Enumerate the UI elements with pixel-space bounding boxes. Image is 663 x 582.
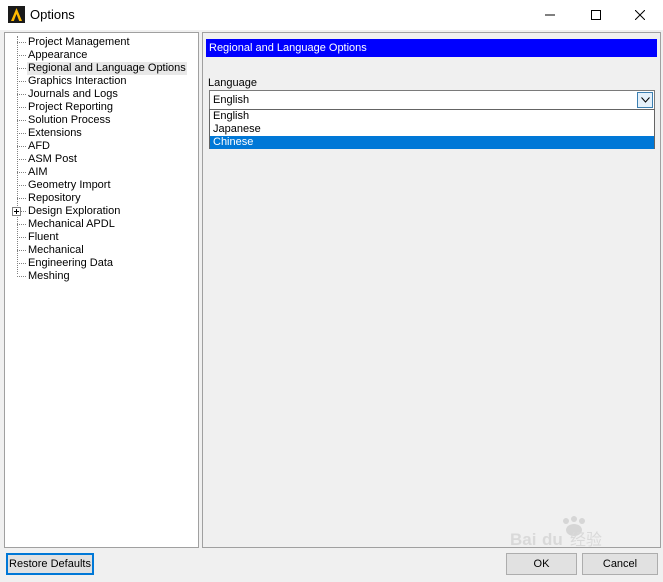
title-bar[interactable]: Options xyxy=(0,0,663,30)
chevron-down-icon xyxy=(640,97,650,103)
close-icon xyxy=(635,10,645,20)
panel-header: Regional and Language Options xyxy=(206,39,657,57)
tree-item-label: Project Management xyxy=(28,36,130,48)
settings-panel: Regional and Language Options Language E… xyxy=(202,32,661,548)
options-tree[interactable]: Project Management Appearance Regional and… xyxy=(4,32,199,548)
tree-branch-line xyxy=(17,198,26,199)
close-button[interactable] xyxy=(617,0,663,30)
ansys-logo-icon xyxy=(8,6,25,23)
tree-branch-line xyxy=(17,42,26,43)
tree-item-label: Appearance xyxy=(28,49,88,61)
tree-branch-line xyxy=(17,185,26,186)
tree-item-aim[interactable]: AIM xyxy=(5,166,198,179)
tree-item-design-exploration[interactable]: Design Exploration xyxy=(5,205,198,218)
language-dropdown-list[interactable]: English Japanese Chinese xyxy=(209,109,655,149)
cancel-button[interactable]: Cancel xyxy=(582,553,658,575)
svg-text:经验: 经验 xyxy=(570,530,602,549)
tree-item-label: Journals and Logs xyxy=(28,88,118,100)
tree-item-project-reporting[interactable]: Project Reporting xyxy=(5,101,198,114)
maximize-icon xyxy=(591,10,601,20)
tree-item-label: Regional and Language Options xyxy=(27,62,187,75)
tree-item-label: Engineering Data xyxy=(28,257,114,269)
minimize-button[interactable] xyxy=(527,0,573,30)
tree-item-journals-and-logs[interactable]: Journals and Logs xyxy=(5,88,198,101)
svg-text:du: du xyxy=(542,530,563,549)
ok-button[interactable]: OK xyxy=(506,553,577,575)
dropdown-button[interactable] xyxy=(637,92,653,108)
tree-branch-line xyxy=(17,237,26,238)
tree-item-label: Repository xyxy=(28,192,81,204)
tree-item-label: Graphics Interaction xyxy=(28,75,127,87)
tree-branch-line xyxy=(17,263,26,264)
tree-branch-line xyxy=(17,81,26,82)
tree-branch-line xyxy=(17,94,26,95)
tree-branch-line xyxy=(17,107,26,108)
tree-item-label: Solution Process xyxy=(28,114,111,126)
tree-branch-line xyxy=(17,276,26,277)
tree-item-engineering-data[interactable]: Engineering Data xyxy=(5,257,198,270)
tree-item-label: Extensions xyxy=(28,127,82,139)
tree-item-asm-post[interactable]: ASM Post xyxy=(5,153,198,166)
minimize-icon xyxy=(545,14,555,16)
tree-item-meshing[interactable]: Meshing xyxy=(5,270,198,283)
tree-item-geometry-import[interactable]: Geometry Import xyxy=(5,179,198,192)
language-select[interactable]: English xyxy=(209,90,655,110)
tree-item-label: AIM xyxy=(28,166,48,178)
language-option-english[interactable]: English xyxy=(210,110,654,123)
tree-item-label: Meshing xyxy=(28,270,70,282)
expand-plus-icon[interactable] xyxy=(12,207,21,216)
watermark-logo: Bai du 经验 xyxy=(508,515,628,551)
svg-text:Bai: Bai xyxy=(510,530,536,549)
tree-item-label: Mechanical APDL xyxy=(28,218,115,230)
tree-item-label: AFD xyxy=(28,140,50,152)
tree-item-solution-process[interactable]: Solution Process xyxy=(5,114,198,127)
tree-item-label: Fluent xyxy=(28,231,59,243)
tree-item-fluent[interactable]: Fluent xyxy=(5,231,198,244)
tree-item-label: Mechanical xyxy=(28,244,84,256)
tree-branch-line xyxy=(17,68,26,69)
tree-branch-line xyxy=(17,224,26,225)
language-option-japanese[interactable]: Japanese xyxy=(210,123,654,136)
tree-item-afd[interactable]: AFD xyxy=(5,140,198,153)
tree-item-repository[interactable]: Repository xyxy=(5,192,198,205)
window-title: Options xyxy=(30,7,75,22)
tree-branch-line xyxy=(17,55,26,56)
tree-branch-line xyxy=(17,146,26,147)
tree-item-project-management[interactable]: Project Management xyxy=(5,36,198,49)
tree-item-mechanical-apdl[interactable]: Mechanical APDL xyxy=(5,218,198,231)
tree-branch-line xyxy=(17,133,26,134)
tree-item-label: ASM Post xyxy=(28,153,77,165)
language-select-value: English xyxy=(213,94,250,106)
maximize-button[interactable] xyxy=(573,0,619,30)
tree-item-label: Geometry Import xyxy=(28,179,111,191)
restore-defaults-button[interactable]: Restore Defaults xyxy=(6,553,94,575)
language-label: Language xyxy=(208,77,257,89)
tree-branch-line xyxy=(17,159,26,160)
tree-branch-line xyxy=(17,120,26,121)
tree-branch-line xyxy=(17,250,26,251)
tree-item-graphics-interaction[interactable]: Graphics Interaction xyxy=(5,75,198,88)
tree-item-extensions[interactable]: Extensions xyxy=(5,127,198,140)
tree-item-label: Design Exploration xyxy=(28,205,121,217)
tree-item-mechanical[interactable]: Mechanical xyxy=(5,244,198,257)
tree-item-appearance[interactable]: Appearance xyxy=(5,49,198,62)
language-option-chinese[interactable]: Chinese xyxy=(210,136,654,149)
tree-item-label: Project Reporting xyxy=(28,101,113,113)
tree-item-regional-and-language-options[interactable]: Regional and Language Options xyxy=(5,62,198,75)
tree-branch-line xyxy=(17,172,26,173)
